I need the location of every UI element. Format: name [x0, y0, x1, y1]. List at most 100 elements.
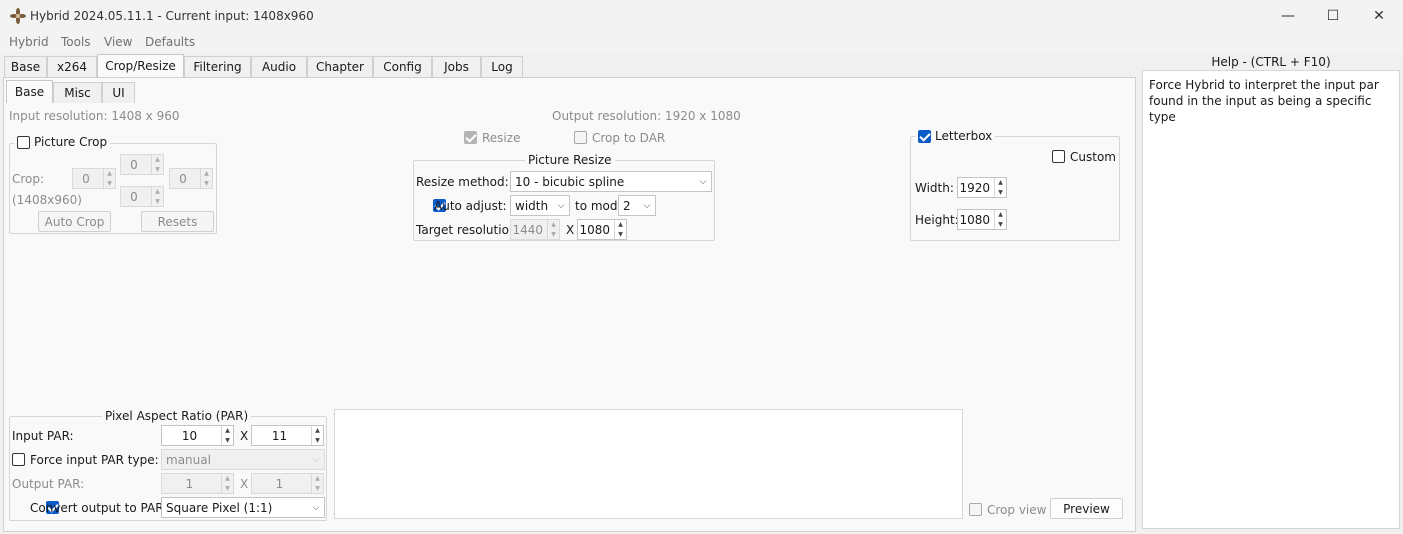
spin-down-icon[interactable]: ▼: [312, 436, 323, 446]
crop-top-spinbox[interactable]: 0 ▲ ▼: [120, 154, 164, 175]
letterbox-title: Letterbox: [915, 129, 996, 143]
resets-button[interactable]: Resets: [141, 211, 214, 232]
letterbox-height-label: Height:: [915, 213, 959, 227]
spin-up-icon[interactable]: ▲: [995, 178, 1006, 188]
subtab-misc[interactable]: Misc: [53, 82, 102, 103]
spin-down-icon[interactable]: ▼: [201, 179, 212, 189]
tab-chapter[interactable]: Chapter: [307, 56, 373, 77]
target-height-spinbox[interactable]: 1080 ▲ ▼: [577, 219, 627, 240]
letterbox-label: Letterbox: [935, 129, 993, 143]
crop-bottom-spinbox[interactable]: 0 ▲ ▼: [120, 186, 164, 207]
tab-x264[interactable]: x264: [47, 56, 97, 77]
menu-defaults[interactable]: Defaults: [145, 35, 195, 49]
spin-down-icon[interactable]: ▼: [222, 436, 233, 446]
tab-audio[interactable]: Audio: [251, 56, 307, 77]
help-text: Force Hybrid to interpret the input par …: [1142, 70, 1400, 529]
maximize-button[interactable]: ☐: [1310, 0, 1356, 32]
crop-size-label: (1408x960): [12, 193, 82, 207]
spin-up-icon[interactable]: ▲: [312, 474, 323, 484]
convert-par-label: Convert output to PAR:: [30, 501, 168, 515]
input-par-b-spinbox[interactable]: 11 ▲ ▼: [251, 425, 324, 446]
target-resolution-label: Target resolution:: [416, 223, 521, 237]
menu-view[interactable]: View: [104, 35, 132, 49]
spin-up-icon[interactable]: ▲: [312, 426, 323, 436]
chevron-down-icon: ⌵: [643, 200, 651, 211]
custom-label: Custom: [1070, 150, 1116, 164]
help-title: Help - (CTRL + F10): [1211, 55, 1331, 69]
input-par-x-separator: X: [240, 429, 249, 443]
mod-select[interactable]: 2 ⌵: [618, 195, 656, 216]
to-mod-label: to mod: [575, 199, 618, 213]
tab-crop-resize[interactable]: Crop/Resize: [97, 54, 184, 77]
resize-method-label: Resize method:: [416, 175, 509, 189]
force-par-select[interactable]: manual ⌵: [161, 449, 325, 470]
crop-view-checkbox[interactable]: [969, 503, 982, 516]
menu-bar: Hybrid Tools View Defaults: [0, 32, 1403, 52]
resize-checkbox[interactable]: [464, 131, 477, 144]
menu-tools[interactable]: Tools: [61, 35, 91, 49]
spin-up-icon[interactable]: ▲: [152, 155, 163, 165]
auto-adjust-select[interactable]: width ⌵: [510, 195, 570, 216]
spin-down-icon[interactable]: ▼: [995, 188, 1006, 198]
output-par-b-spinbox[interactable]: 1 ▲ ▼: [251, 473, 324, 494]
auto-adjust-label: Auto adjust:: [434, 199, 507, 213]
resize-label: Resize: [482, 131, 521, 145]
target-x-separator: X: [566, 223, 575, 237]
input-par-a-spinbox[interactable]: 10 ▲ ▼: [161, 425, 234, 446]
convert-par-select[interactable]: Square Pixel (1:1) ⌵: [161, 497, 325, 518]
output-par-x-separator: X: [240, 477, 249, 491]
spin-up-icon[interactable]: ▲: [152, 187, 163, 197]
chevron-down-icon: ⌵: [557, 200, 565, 211]
letterbox-width-spinbox[interactable]: 1920 ▲ ▼: [957, 177, 1007, 198]
minimize-button[interactable]: —: [1265, 0, 1311, 32]
spin-up-icon[interactable]: ▲: [201, 169, 212, 179]
spin-down-icon[interactable]: ▼: [312, 484, 323, 494]
crop-to-dar-checkbox[interactable]: [574, 131, 587, 144]
tab-log[interactable]: Log: [481, 56, 523, 77]
custom-checkbox[interactable]: [1052, 150, 1065, 163]
crop-left-spinbox[interactable]: 0 ▲ ▼: [72, 168, 116, 189]
close-button[interactable]: ✕: [1356, 0, 1402, 32]
output-resolution-label: Output resolution: 1920 x 1080: [552, 109, 741, 123]
spin-up-icon[interactable]: ▲: [548, 220, 559, 230]
chevron-down-icon: ⌵: [699, 176, 707, 187]
preview-area[interactable]: [334, 409, 963, 519]
tab-jobs[interactable]: Jobs: [432, 56, 481, 77]
picture-crop-checkbox[interactable]: [17, 135, 30, 149]
output-par-label: Output PAR:: [12, 477, 85, 491]
spin-up-icon[interactable]: ▲: [222, 474, 233, 484]
force-par-checkbox[interactable]: [12, 453, 25, 466]
spin-up-icon[interactable]: ▲: [222, 426, 233, 436]
window-title: Hybrid 2024.05.11.1 - Current input: 140…: [30, 9, 314, 23]
spin-down-icon[interactable]: ▼: [104, 179, 115, 189]
preview-button[interactable]: Preview: [1050, 498, 1123, 519]
spin-down-icon[interactable]: ▼: [548, 230, 559, 240]
menu-hybrid[interactable]: Hybrid: [9, 35, 49, 49]
tab-filtering[interactable]: Filtering: [184, 56, 251, 77]
crop-to-dar-label: Crop to DAR: [592, 131, 666, 145]
title-bar: Hybrid 2024.05.11.1 - Current input: 140…: [0, 0, 1403, 32]
spin-up-icon[interactable]: ▲: [615, 220, 626, 230]
tab-base[interactable]: Base: [4, 56, 47, 77]
spin-down-icon[interactable]: ▼: [222, 484, 233, 494]
picture-crop-label: Picture Crop: [34, 135, 108, 149]
spin-down-icon[interactable]: ▼: [152, 197, 163, 207]
crop-label: Crop:: [12, 172, 45, 186]
subtab-base[interactable]: Base: [6, 80, 53, 103]
spin-up-icon[interactable]: ▲: [104, 169, 115, 179]
crop-right-spinbox[interactable]: 0 ▲ ▼: [169, 168, 213, 189]
spin-up-icon[interactable]: ▲: [995, 210, 1006, 220]
spin-down-icon[interactable]: ▼: [152, 165, 163, 175]
spin-down-icon[interactable]: ▼: [995, 220, 1006, 230]
letterbox-checkbox[interactable]: [918, 129, 931, 143]
spin-down-icon[interactable]: ▼: [615, 230, 626, 240]
resize-method-select[interactable]: 10 - bicubic spline ⌵: [510, 171, 712, 192]
force-par-label: Force input PAR type:: [30, 453, 159, 467]
subtab-ui[interactable]: UI: [102, 82, 135, 103]
tab-config[interactable]: Config: [373, 56, 432, 77]
output-par-a-spinbox[interactable]: 1 ▲ ▼: [161, 473, 234, 494]
input-resolution-label: Input resolution: 1408 x 960: [9, 109, 180, 123]
target-width-spinbox[interactable]: 1440 ▲ ▼: [510, 219, 560, 240]
letterbox-height-spinbox[interactable]: 1080 ▲ ▼: [957, 209, 1007, 230]
auto-crop-button[interactable]: Auto Crop: [38, 211, 111, 232]
